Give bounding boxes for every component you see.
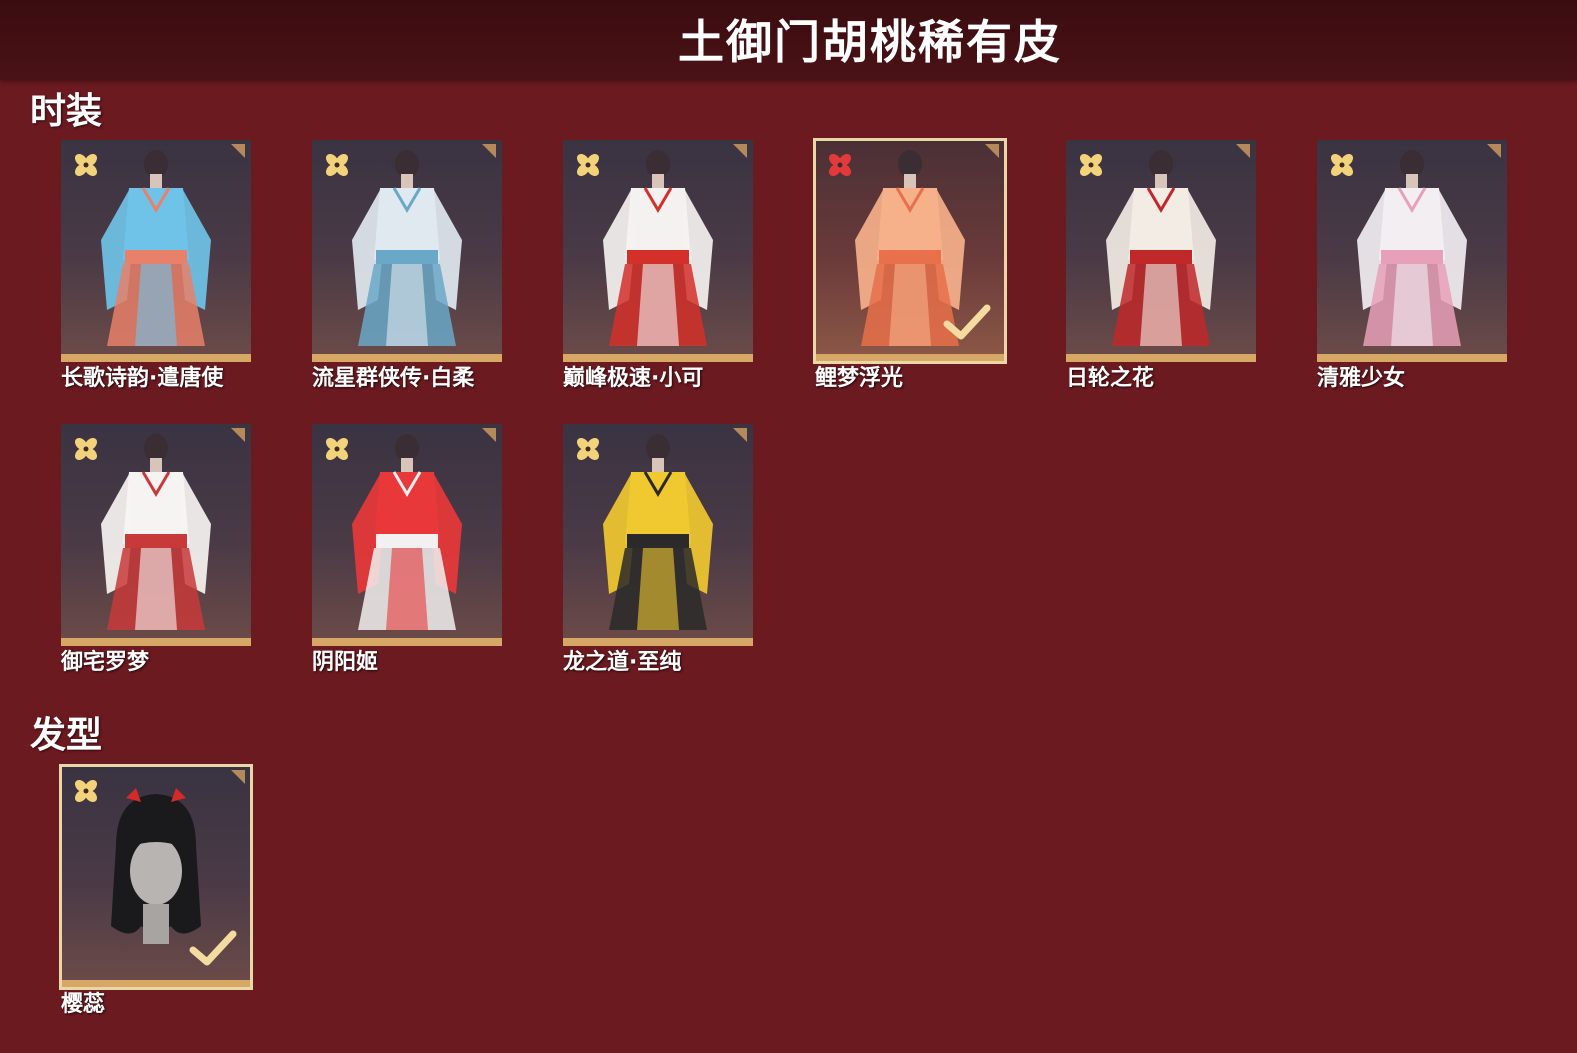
item-tile[interactable] bbox=[61, 140, 251, 362]
item-label: 御宅罗梦 bbox=[61, 650, 150, 675]
corner-mark bbox=[482, 144, 496, 158]
gold-flower-icon bbox=[1330, 153, 1354, 177]
costume-preview bbox=[1357, 150, 1467, 346]
header-bar: 土御门胡桃稀有皮 bbox=[0, 0, 1577, 80]
costume-preview bbox=[603, 150, 713, 346]
check-icon bbox=[943, 304, 991, 340]
item-label: 长歌诗韵·遣唐使 bbox=[61, 366, 224, 391]
gold-flower-icon bbox=[74, 779, 98, 803]
item-label: 鲤梦浮光 bbox=[815, 366, 904, 391]
corner-mark bbox=[231, 144, 245, 158]
costume-preview bbox=[101, 434, 211, 630]
item-label: 清雅少女 bbox=[1317, 366, 1406, 391]
item-label: 樱蕊 bbox=[61, 992, 106, 1017]
costume-preview bbox=[603, 434, 713, 630]
costume-card[interactable]: 清雅少女 bbox=[1317, 140, 1507, 391]
corner-mark bbox=[231, 428, 245, 442]
item-label: 日轮之花 bbox=[1066, 366, 1155, 391]
costume-card[interactable]: 日轮之花 bbox=[1066, 140, 1256, 391]
gold-flower-icon bbox=[1079, 153, 1103, 177]
section-title-costume: 时装 bbox=[30, 91, 103, 132]
check-icon bbox=[189, 930, 237, 966]
section-title-hairstyle: 发型 bbox=[30, 715, 103, 756]
corner-mark bbox=[733, 428, 747, 442]
item-tile[interactable] bbox=[59, 764, 253, 990]
corner-mark bbox=[1236, 144, 1250, 158]
gold-flower-icon bbox=[325, 437, 349, 461]
costume-preview bbox=[1106, 150, 1216, 346]
costume-preview bbox=[352, 434, 462, 630]
item-tile[interactable] bbox=[61, 424, 251, 646]
item-label: 巅峰极速·小可 bbox=[563, 366, 704, 391]
item-tile[interactable] bbox=[813, 138, 1007, 364]
item-tile[interactable] bbox=[312, 424, 502, 646]
item-tile[interactable] bbox=[1066, 140, 1256, 362]
costume-card[interactable]: 流星群侠传·白柔 bbox=[312, 140, 502, 391]
costume-preview bbox=[101, 150, 211, 346]
costume-card[interactable]: 长歌诗韵·遣唐使 bbox=[61, 140, 251, 391]
costume-card[interactable]: 阴阳姬 bbox=[312, 424, 502, 675]
gold-flower-icon bbox=[576, 437, 600, 461]
corner-mark bbox=[482, 428, 496, 442]
corner-mark bbox=[733, 144, 747, 158]
costume-card[interactable]: 御宅罗梦 bbox=[61, 424, 251, 675]
red-flower-icon bbox=[828, 153, 852, 177]
corner-mark bbox=[1487, 144, 1501, 158]
item-tile[interactable] bbox=[1317, 140, 1507, 362]
page-title: 土御门胡桃稀有皮 bbox=[678, 15, 1062, 69]
gold-flower-icon bbox=[325, 153, 349, 177]
item-label: 龙之道·至纯 bbox=[563, 650, 682, 675]
item-label: 流星群侠传·白柔 bbox=[312, 366, 475, 391]
item-label: 阴阳姬 bbox=[312, 650, 379, 675]
item-tile[interactable] bbox=[312, 140, 502, 362]
gold-flower-icon bbox=[576, 153, 600, 177]
gold-flower-icon bbox=[74, 437, 98, 461]
item-tile[interactable] bbox=[563, 424, 753, 646]
costume-card[interactable]: 龙之道·至纯 bbox=[563, 424, 753, 675]
costume-card[interactable]: 巅峰极速·小可 bbox=[563, 140, 753, 391]
gold-flower-icon bbox=[74, 153, 98, 177]
hairstyle-card[interactable]: 樱蕊 bbox=[59, 764, 253, 1017]
corner-mark bbox=[985, 144, 999, 158]
item-tile[interactable] bbox=[563, 140, 753, 362]
costume-preview bbox=[352, 150, 462, 346]
costume-card[interactable]: 鲤梦浮光 bbox=[813, 138, 1007, 391]
corner-mark bbox=[231, 770, 245, 784]
